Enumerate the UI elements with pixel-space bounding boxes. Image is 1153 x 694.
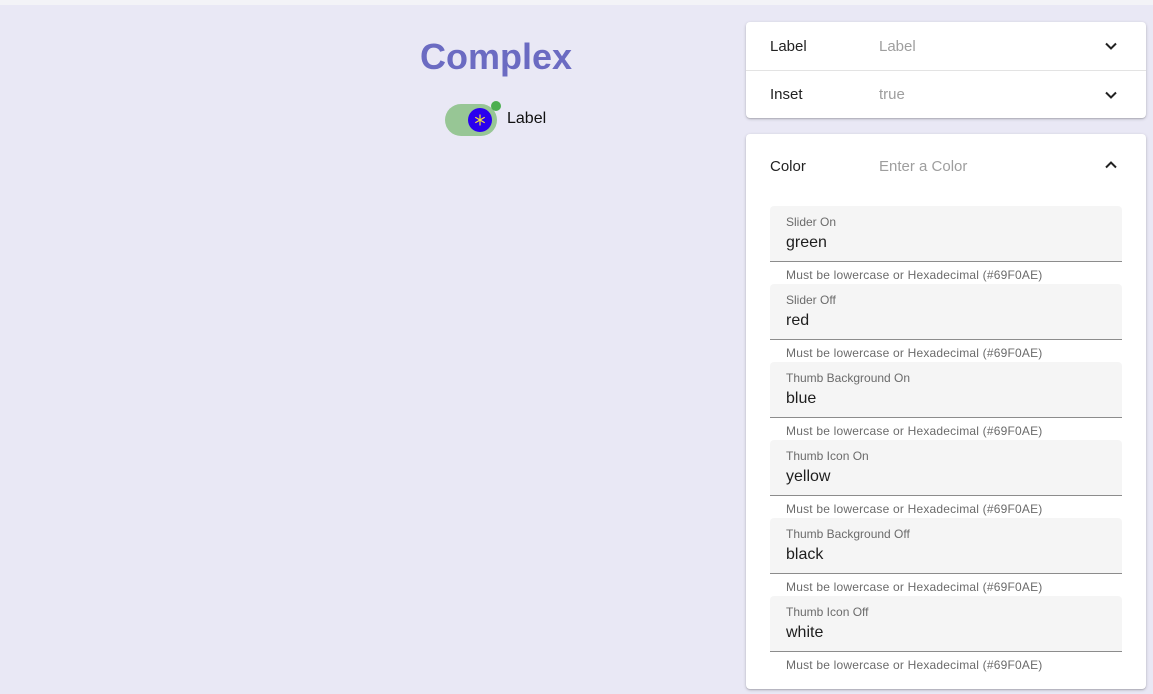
slider-on-input-box[interactable]: Slider On [770, 206, 1122, 262]
top-divider [0, 0, 1153, 5]
field-label: Slider On [786, 215, 837, 229]
color-fields: Slider On Must be lowercase or Hexadecim… [770, 206, 1122, 674]
field-hint: Must be lowercase or Hexadecimal (#69F0A… [786, 580, 1043, 594]
color-panel: Color Enter a Color Slider On Must be lo… [746, 134, 1146, 689]
thumb-background-on-input[interactable] [786, 390, 1106, 408]
thumb-icon-off-field: Thumb Icon Off Must be lowercase or Hexa… [770, 596, 1122, 674]
thumb-background-on-field: Thumb Background On Must be lowercase or… [770, 362, 1122, 440]
slider-on-input[interactable] [786, 234, 1106, 252]
thumb-icon-off-input-box[interactable]: Thumb Icon Off [770, 596, 1122, 652]
color-placeholder: Enter a Color [879, 158, 968, 175]
slider-off-input-box[interactable]: Slider Off [770, 284, 1122, 340]
page-title: Complex [419, 36, 573, 77]
chevron-up-icon[interactable] [1104, 158, 1118, 172]
inset-row[interactable]: Inset true [746, 70, 1146, 118]
label-row-label: Label [770, 37, 807, 55]
snowflake-icon [475, 114, 485, 126]
inset-row-value: true [879, 86, 905, 103]
switch-thumb [468, 108, 492, 132]
thumb-background-off-field: Thumb Background Off Must be lowercase o… [770, 518, 1122, 596]
inset-row-label: Inset [770, 86, 803, 103]
slider-off-input[interactable] [786, 312, 1106, 330]
switch-label: Label [507, 110, 547, 127]
color-label: Color [770, 158, 806, 175]
thumb-icon-off-input[interactable] [786, 624, 1106, 642]
chevron-down-icon[interactable] [1104, 88, 1118, 102]
field-hint: Must be lowercase or Hexadecimal (#69F0A… [786, 502, 1043, 516]
properties-panel: Label Label Inset true [746, 22, 1146, 118]
field-label: Thumb Background Off [786, 527, 910, 541]
label-row-value: Label [879, 37, 916, 55]
field-hint: Must be lowercase or Hexadecimal (#69F0A… [786, 268, 1043, 282]
thumb-background-off-input-box[interactable]: Thumb Background Off [770, 518, 1122, 574]
slider-off-field: Slider Off Must be lowercase or Hexadeci… [770, 284, 1122, 362]
slider-on-field: Slider On Must be lowercase or Hexadecim… [770, 206, 1122, 284]
field-label: Thumb Icon On [786, 449, 869, 463]
thumb-background-on-input-box[interactable]: Thumb Background On [770, 362, 1122, 418]
thumb-icon-on-input[interactable] [786, 468, 1106, 486]
label-switch[interactable] [445, 101, 501, 136]
thumb-background-off-input[interactable] [786, 546, 1106, 564]
field-label: Thumb Icon Off [786, 605, 869, 619]
field-hint: Must be lowercase or Hexadecimal (#69F0A… [786, 346, 1043, 360]
status-badge [491, 101, 501, 111]
color-section-header[interactable]: Color Enter a Color [746, 134, 1146, 200]
label-row[interactable]: Label Label [746, 22, 1146, 70]
field-hint: Must be lowercase or Hexadecimal (#69F0A… [786, 424, 1043, 438]
field-hint: Must be lowercase or Hexadecimal (#69F0A… [786, 658, 1043, 672]
field-label: Thumb Background On [786, 371, 911, 385]
thumb-icon-on-input-box[interactable]: Thumb Icon On [770, 440, 1122, 496]
chevron-down-icon[interactable] [1104, 39, 1118, 53]
field-label: Slider Off [786, 293, 836, 307]
thumb-icon-on-field: Thumb Icon On Must be lowercase or Hexad… [770, 440, 1122, 518]
